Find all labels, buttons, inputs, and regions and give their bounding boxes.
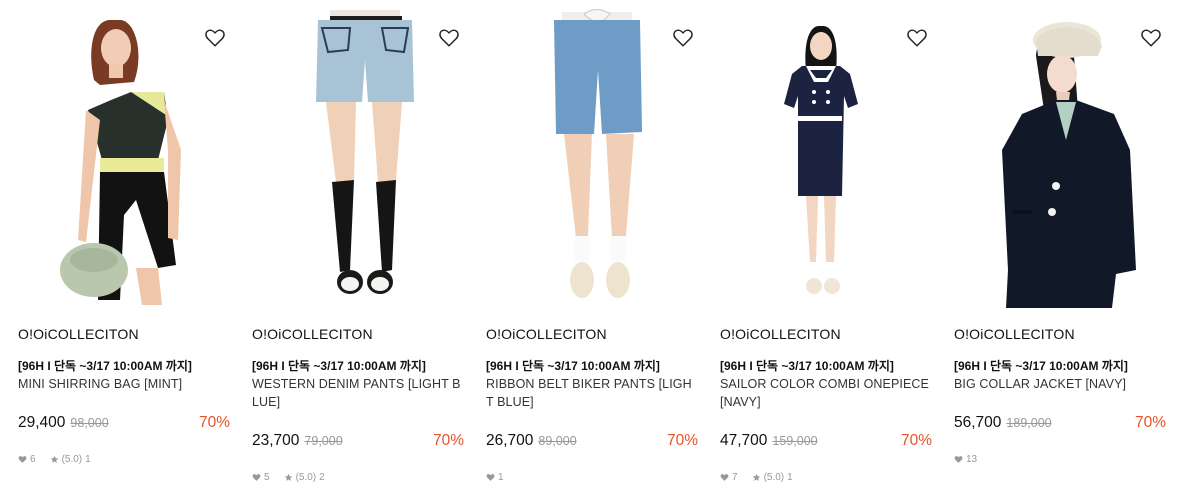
- wishlist-heart-icon[interactable]: [438, 27, 460, 49]
- price-row: 23,700 79,000 70%: [252, 432, 464, 450]
- product-brand[interactable]: O!OiCOLLECITON: [18, 326, 139, 342]
- sale-price: 47,700: [720, 432, 768, 449]
- heart-icon: [486, 474, 495, 481]
- product-image[interactable]: [16, 0, 230, 309]
- wishlist-heart-icon[interactable]: [1140, 27, 1162, 49]
- product-promo: [96H I 단독 ~3/17 10:00AM 까지]: [954, 359, 1128, 373]
- product-card[interactable]: O!OiCOLLECITON [96H I 단독 ~3/17 10:00AM 까…: [250, 0, 464, 487]
- product-photo-navy-jacket: [952, 0, 1166, 309]
- product-stats: 5 (5.0) 2: [252, 472, 325, 483]
- product-card[interactable]: O!OiCOLLECITON [96H I 단독 ~3/17 10:00AM 까…: [484, 0, 698, 487]
- review-count: 1: [787, 472, 793, 483]
- product-image[interactable]: [952, 0, 1166, 309]
- product-brand[interactable]: O!OiCOLLECITON: [486, 326, 607, 342]
- product-name[interactable]: MINI SHIRRING BAG [MINT]: [18, 375, 228, 393]
- original-price: 98,000: [70, 416, 109, 430]
- product-photo-biker-shorts: [484, 0, 698, 309]
- product-grid: O!OiCOLLECITON [96H I 단독 ~3/17 10:00AM 까…: [0, 0, 1187, 487]
- rating-score: (5.0): [763, 472, 785, 483]
- price-row: 56,700 189,000 70%: [954, 414, 1166, 432]
- product-brand[interactable]: O!OiCOLLECITON: [252, 326, 373, 342]
- discount-rate: 70%: [1134, 414, 1166, 431]
- star-icon: [752, 473, 760, 481]
- sale-price: 56,700: [954, 414, 1002, 431]
- product-photo-sailor-dress: [718, 0, 932, 309]
- product-brand[interactable]: O!OiCOLLECITON: [954, 326, 1075, 342]
- star-icon: [284, 473, 292, 481]
- discount-rate: 70%: [432, 432, 464, 449]
- product-name[interactable]: SAILOR COLOR COMBI ONEPIECE [NAVY]: [720, 375, 930, 411]
- heart-icon: [720, 474, 729, 481]
- product-promo: [96H I 단독 ~3/17 10:00AM 까지]: [486, 359, 660, 373]
- product-photo-model-mint-top: [16, 0, 230, 309]
- product-card[interactable]: O!OiCOLLECITON [96H I 단독 ~3/17 10:00AM 까…: [952, 0, 1166, 487]
- rating-score: (5.0): [61, 454, 83, 465]
- like-count: 5: [264, 472, 270, 483]
- product-image[interactable]: [718, 0, 932, 309]
- original-price: 159,000: [772, 434, 818, 448]
- wishlist-heart-icon[interactable]: [672, 27, 694, 49]
- product-promo: [96H I 단독 ~3/17 10:00AM 까지]: [720, 359, 894, 373]
- product-name[interactable]: RIBBON BELT BIKER PANTS [LIGHT BLUE]: [486, 375, 696, 411]
- original-price: 79,000: [304, 434, 343, 448]
- product-name[interactable]: WESTERN DENIM PANTS [LIGHT BLUE]: [252, 375, 462, 411]
- product-name[interactable]: BIG COLLAR JACKET [NAVY]: [954, 375, 1164, 393]
- review-count: 2: [319, 472, 325, 483]
- wishlist-heart-icon[interactable]: [204, 27, 226, 49]
- star-icon: [50, 455, 58, 463]
- sale-price: 29,400: [18, 414, 66, 431]
- heart-icon: [18, 456, 27, 463]
- product-brand[interactable]: O!OiCOLLECITON: [720, 326, 841, 342]
- heart-icon: [954, 456, 963, 463]
- original-price: 89,000: [538, 434, 577, 448]
- product-promo: [96H I 단독 ~3/17 10:00AM 까지]: [252, 359, 426, 373]
- product-card[interactable]: O!OiCOLLECITON [96H I 단독 ~3/17 10:00AM 까…: [16, 0, 230, 487]
- price-row: 26,700 89,000 70%: [486, 432, 698, 450]
- product-stats: 6 (5.0) 1: [18, 454, 91, 465]
- product-stats: 7 (5.0) 1: [720, 472, 793, 483]
- like-count: 7: [732, 472, 738, 483]
- heart-icon: [252, 474, 261, 481]
- product-card[interactable]: O!OiCOLLECITON [96H I 단독 ~3/17 10:00AM 까…: [718, 0, 932, 487]
- product-photo-denim-shorts: [250, 0, 464, 309]
- product-image[interactable]: [250, 0, 464, 309]
- review-count: 1: [85, 454, 91, 465]
- discount-rate: 70%: [198, 414, 230, 431]
- like-count: 1: [498, 472, 504, 483]
- sale-price: 23,700: [252, 432, 300, 449]
- price-row: 47,700 159,000 70%: [720, 432, 932, 450]
- product-stats: 13: [954, 454, 977, 465]
- product-stats: 1: [486, 472, 504, 483]
- price-row: 29,400 98,000 70%: [18, 414, 230, 432]
- like-count: 13: [966, 454, 978, 465]
- original-price: 189,000: [1006, 416, 1052, 430]
- like-count: 6: [30, 454, 36, 465]
- wishlist-heart-icon[interactable]: [906, 27, 928, 49]
- product-promo: [96H I 단독 ~3/17 10:00AM 까지]: [18, 359, 192, 373]
- rating-score: (5.0): [295, 472, 317, 483]
- discount-rate: 70%: [666, 432, 698, 449]
- discount-rate: 70%: [900, 432, 932, 449]
- sale-price: 26,700: [486, 432, 534, 449]
- product-image[interactable]: [484, 0, 698, 309]
